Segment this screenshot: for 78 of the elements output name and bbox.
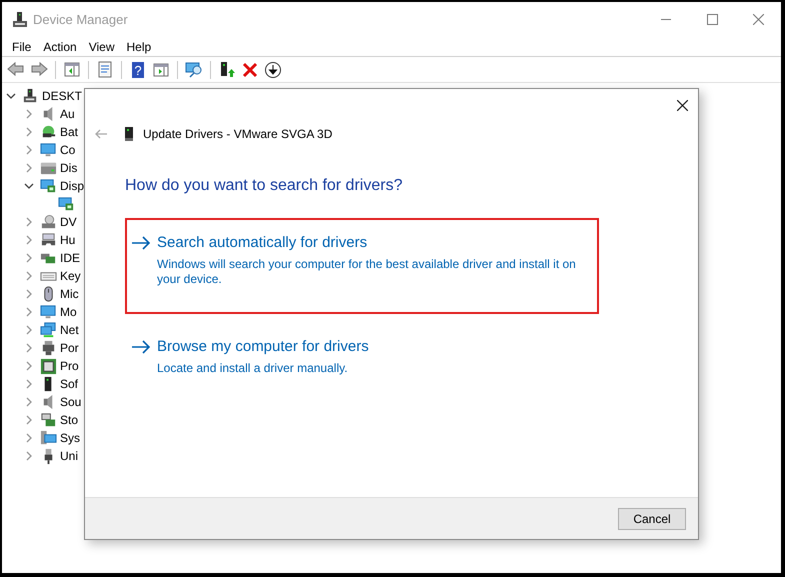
download-icon[interactable] xyxy=(263,60,283,80)
chevron-right-icon[interactable] xyxy=(24,163,34,173)
chevron-right-icon[interactable] xyxy=(24,235,34,245)
cancel-button[interactable]: Cancel xyxy=(618,508,686,530)
tree-item[interactable]: Sto xyxy=(60,411,78,429)
tree-item[interactable]: Au xyxy=(60,105,75,123)
menu-item[interactable]: Help xyxy=(120,38,158,56)
panel-icon[interactable] xyxy=(62,60,82,80)
menu-item[interactable]: Action xyxy=(37,38,83,56)
app-icon xyxy=(13,12,27,28)
close-icon xyxy=(676,100,688,110)
device-icon xyxy=(40,142,57,158)
chevron-right-icon[interactable] xyxy=(24,289,34,299)
chevron-right-icon[interactable] xyxy=(24,109,34,119)
tree-item[interactable]: Por xyxy=(60,339,79,357)
monitor-search-icon[interactable] xyxy=(184,60,204,80)
option-card[interactable]: Search automatically for drivers Windows will search your computer for the best available driver and install it on your device. xyxy=(125,218,599,314)
chevron-right-icon[interactable] xyxy=(24,397,34,407)
device-icon xyxy=(40,178,57,194)
dialog-title: Update Drivers - VMware SVGA 3D xyxy=(143,126,332,143)
arrow-icon xyxy=(131,236,151,250)
option-description: Locate and install a driver manually. xyxy=(157,360,349,376)
device-icon xyxy=(40,412,57,428)
chevron-right-icon[interactable] xyxy=(24,361,34,371)
tree-item[interactable]: Dis xyxy=(60,159,78,177)
chevron-right-icon[interactable] xyxy=(24,433,34,443)
tree-item[interactable]: Uni xyxy=(60,447,78,465)
device-icon xyxy=(40,358,57,374)
device-icon xyxy=(40,340,57,356)
chevron-right-icon[interactable] xyxy=(24,253,34,263)
chevron-right-icon[interactable] xyxy=(24,145,34,155)
tree-item[interactable]: Sof xyxy=(60,375,78,393)
tree-item[interactable]: Sou xyxy=(60,393,82,411)
device-icon xyxy=(58,196,75,212)
option-title: Browse my computer for drivers xyxy=(157,337,370,357)
window-title: Device Manager xyxy=(33,10,128,29)
device-icon xyxy=(40,304,57,320)
dialog-heading: How do you want to search for drivers? xyxy=(125,176,404,196)
tree-item[interactable]: Key xyxy=(60,267,81,285)
tree-item[interactable]: Hu xyxy=(60,231,76,249)
chevron-right-icon[interactable] xyxy=(24,415,34,425)
tree-item[interactable]: Net xyxy=(60,321,79,339)
tree-item[interactable]: Mic xyxy=(60,285,79,303)
tree-item[interactable]: Co xyxy=(60,141,76,159)
tree-item[interactable]: Pro xyxy=(60,357,79,375)
close-button[interactable] xyxy=(674,97,690,113)
tree-item[interactable]: IDE xyxy=(60,249,80,267)
device-icon xyxy=(40,430,57,446)
chevron-right-icon[interactable] xyxy=(24,343,34,353)
minimize-icon xyxy=(661,19,671,20)
tree-item[interactable]: Sys xyxy=(60,429,80,447)
chevron-right-icon[interactable] xyxy=(24,217,34,227)
device-icon xyxy=(125,127,133,141)
tree-item[interactable]: Mo xyxy=(60,303,77,321)
tree-item[interactable]: Bat xyxy=(60,123,78,141)
chevron-down-icon[interactable] xyxy=(24,181,34,191)
device-icon xyxy=(22,88,39,104)
menu-item[interactable]: View xyxy=(82,38,120,56)
tree-item[interactable]: DESKT xyxy=(42,87,82,105)
arrow-icon xyxy=(131,340,151,354)
chevron-down-icon[interactable] xyxy=(6,91,16,101)
chevron-right-icon[interactable] xyxy=(24,379,34,389)
maximize-icon xyxy=(706,14,718,25)
back-arrow-icon[interactable] xyxy=(95,129,108,139)
tree-item[interactable]: DV xyxy=(60,213,77,231)
device-icon xyxy=(40,322,57,338)
option-title: Search automatically for drivers xyxy=(157,233,368,253)
chevron-right-icon[interactable] xyxy=(24,271,34,281)
chevron-right-icon[interactable] xyxy=(24,307,34,317)
chevron-right-icon[interactable] xyxy=(24,325,34,335)
close-icon xyxy=(752,14,764,25)
device-icon xyxy=(40,214,57,230)
chevron-right-icon[interactable] xyxy=(24,451,34,461)
tree-item[interactable]: Disp xyxy=(60,177,84,195)
option-card[interactable]: Browse my computer for drivers Locate and install a driver manually. xyxy=(125,322,599,382)
menu-item[interactable]: File xyxy=(6,38,38,56)
chevron-right-icon[interactable] xyxy=(24,127,34,137)
option-description: Windows will search your computer for the best available driver and install it on your device. xyxy=(157,256,577,286)
